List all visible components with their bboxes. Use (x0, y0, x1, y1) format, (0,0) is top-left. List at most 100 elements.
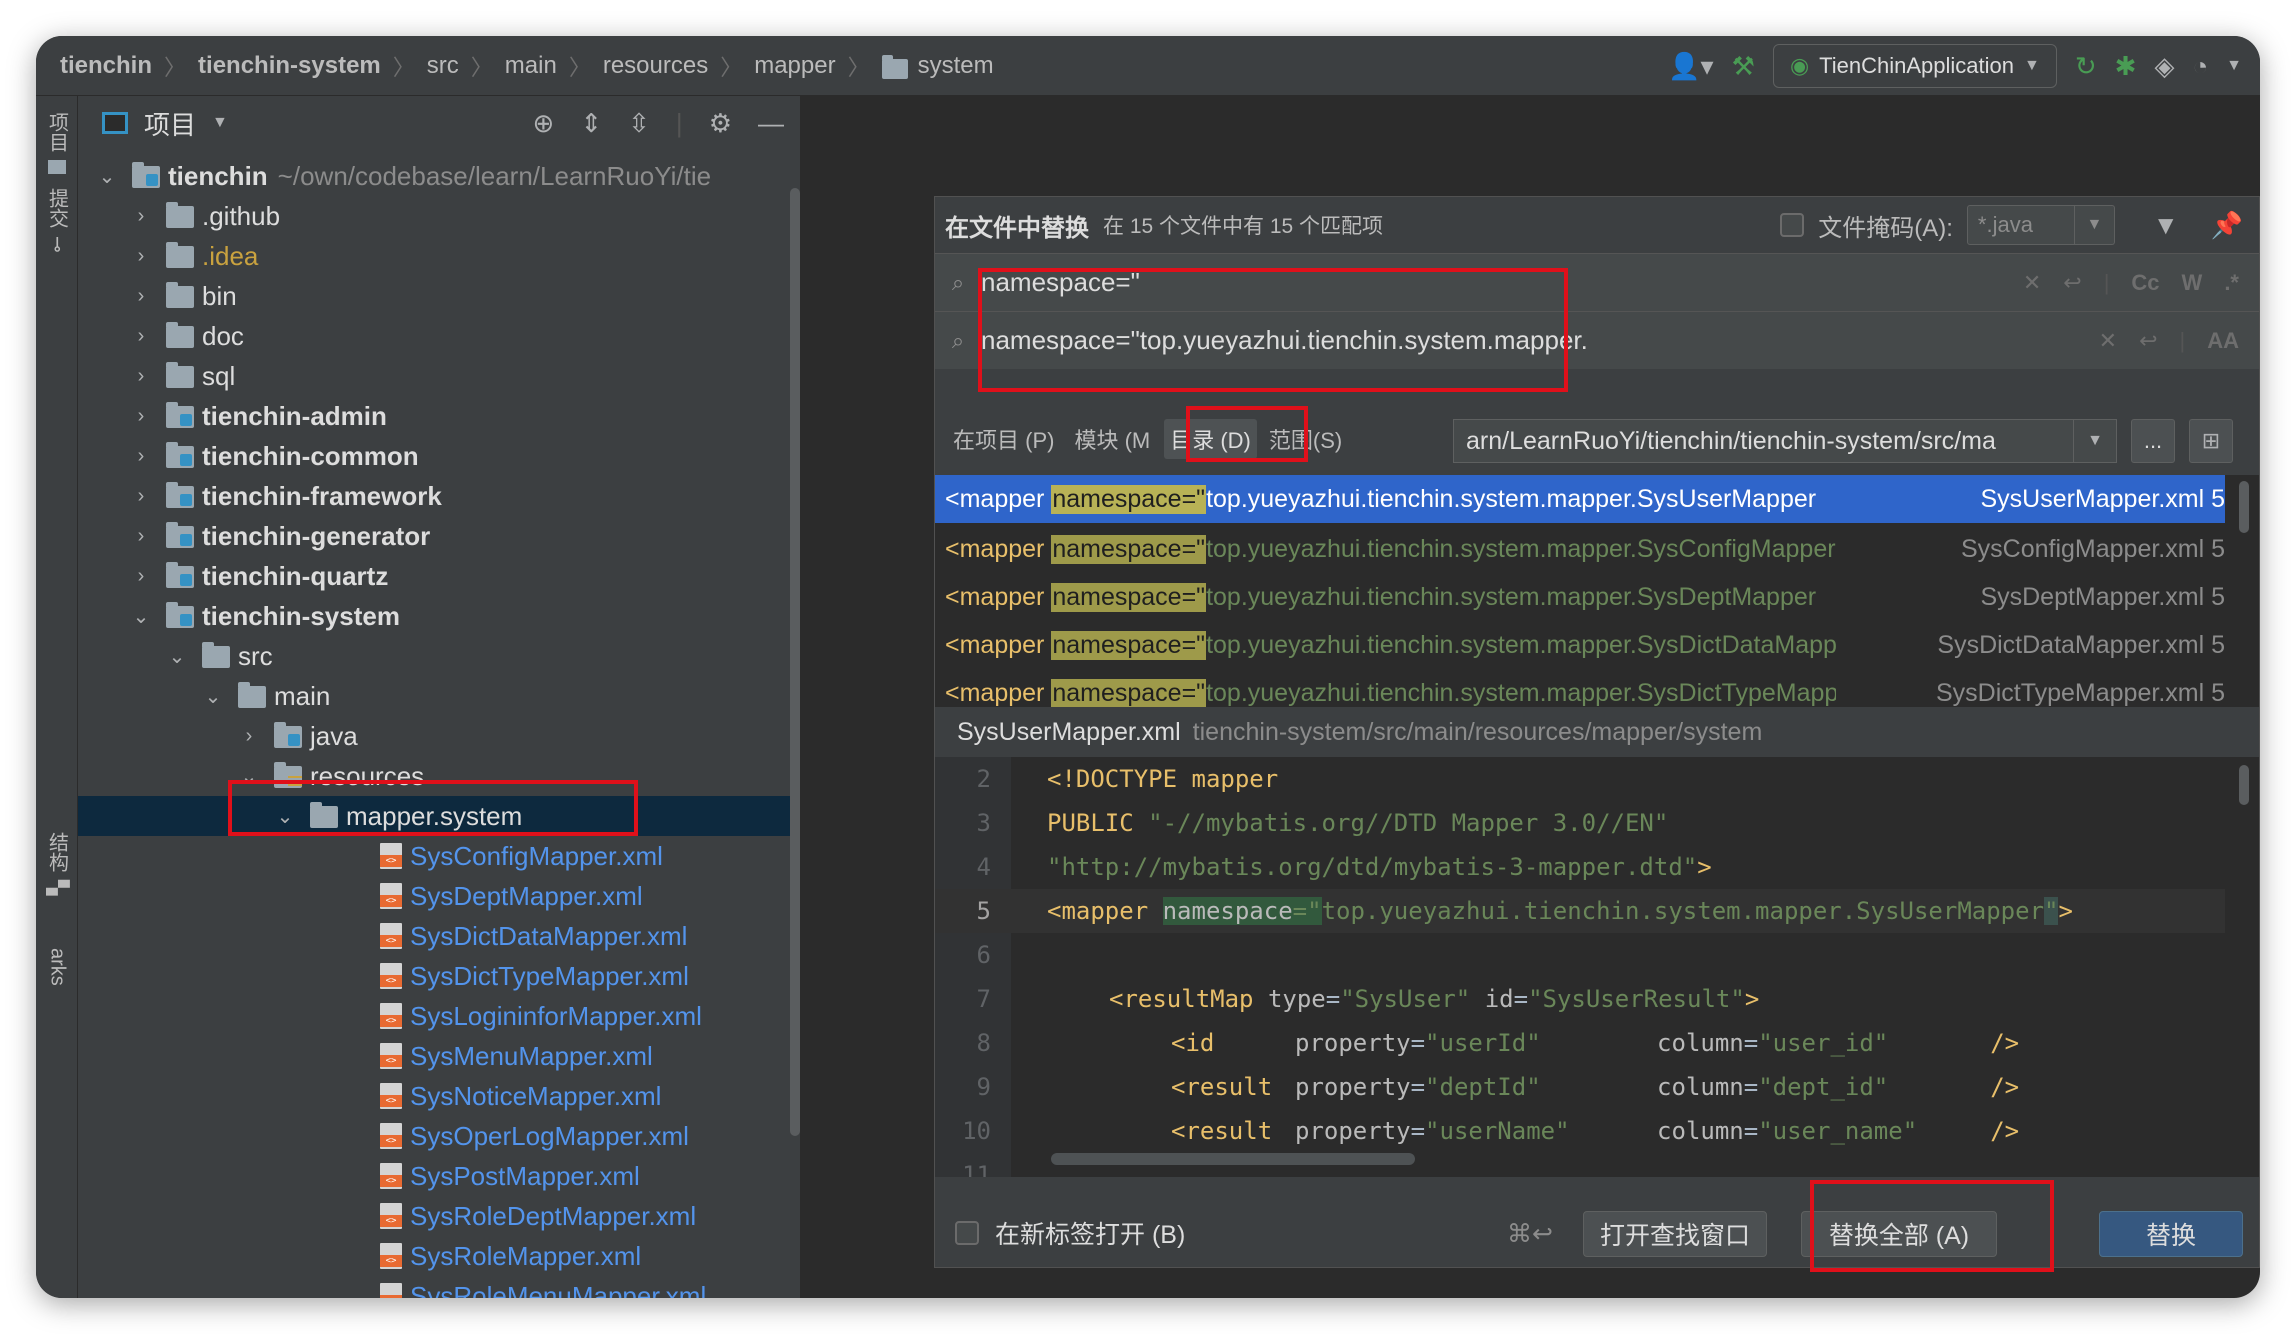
open-in-new-tab-checkbox[interactable] (955, 1221, 979, 1245)
result-row[interactable]: <mapper namespace=" top.yueyazhui.tienchi… (935, 525, 2225, 573)
breadcrumb-item[interactable]: src (427, 52, 459, 80)
search-input[interactable]: namespace=" (981, 267, 1140, 298)
tree-file-item[interactable]: SysConfigMapper.xml (78, 836, 790, 876)
tree-item[interactable]: › tienchin-common (78, 436, 790, 476)
file-mask-input[interactable]: *.java (1966, 205, 2075, 245)
replace-field[interactable]: ⌕ namespace="top.yueyazhui.tienchin.syst… (935, 311, 2259, 369)
debug-bug-icon[interactable]: ✱ (2115, 51, 2137, 82)
file-mask-checkbox[interactable] (1780, 213, 1805, 237)
user-icon[interactable]: 👤▾ (1668, 51, 1713, 82)
tree-file-item[interactable]: SysOperLogMapper.xml (78, 1116, 790, 1156)
tree-file-label: SysDictTypeMapper.xml (410, 960, 689, 991)
tree-item-selected[interactable]: ⌄ mapper.system (78, 796, 790, 836)
rerun-icon[interactable]: ↻ (2075, 51, 2097, 82)
newline-icon[interactable]: ↩ (2063, 270, 2081, 296)
clear-icon[interactable]: ✕ (2023, 270, 2041, 296)
chevron-down-icon[interactable]: ▼ (2073, 419, 2117, 463)
tab-scope-project[interactable]: 在项目 (P) (947, 419, 1060, 459)
tree-item[interactable]: ⌄ src (78, 636, 790, 676)
tree-file-item[interactable]: SysRoleDeptMapper.xml (78, 1196, 790, 1236)
code-token: "user_name" (1758, 1117, 1918, 1145)
tree-item-root[interactable]: ⌄ tienchin ~/own/codebase/learn/LearnRuo… (78, 156, 790, 196)
regex-icon[interactable]: .* (2224, 270, 2239, 296)
breadcrumb-item[interactable]: main (505, 52, 557, 80)
replace-input[interactable]: namespace="top.yueyazhui.tienchin.system… (981, 325, 1588, 356)
gear-icon[interactable]: ⚙ (709, 108, 732, 139)
tree-file-item[interactable]: SysMenuMapper.xml (78, 1036, 790, 1076)
filter-icon[interactable]: ▼ (2153, 210, 2179, 241)
project-tool-button[interactable]: 项目 (40, 112, 74, 174)
expand-all-icon[interactable]: ⇕ (580, 108, 602, 139)
tree-file-item[interactable]: SysDeptMapper.xml (78, 876, 790, 916)
tree-item[interactable]: ⌄ tienchin-system (78, 596, 790, 636)
breadcrumb-item[interactable]: tienchin-system (198, 52, 381, 80)
tree-item-label: src (238, 640, 273, 671)
tab-scope-module[interactable]: 模块 (M (1068, 419, 1156, 459)
tree-item[interactable]: › sql (78, 356, 790, 396)
newline-icon[interactable]: ↩ (2139, 328, 2157, 354)
tree-item[interactable]: › doc (78, 316, 790, 356)
breadcrumb-item[interactable]: tienchin (60, 52, 152, 80)
breadcrumb-item[interactable]: mapper (754, 52, 835, 80)
project-tree-scrollbar[interactable] (790, 188, 800, 1136)
tree-item[interactable]: › tienchin-quartz (78, 556, 790, 596)
tree-item[interactable]: ⌄ resources (78, 756, 790, 796)
bookmarks-tool-button[interactable]: arks (40, 948, 74, 986)
recursive-tree-icon[interactable]: ⊞ (2189, 419, 2233, 463)
minimize-icon[interactable]: — (758, 108, 784, 139)
tree-file-item[interactable]: SysLogininforMapper.xml (78, 996, 790, 1036)
preserve-case-icon[interactable]: AA (2207, 328, 2239, 354)
tree-file-item[interactable]: SysDictDataMapper.xml (78, 916, 790, 956)
build-hammer-icon[interactable]: ⚒ (1732, 51, 1755, 82)
collapse-all-icon[interactable]: ⇳ (628, 108, 650, 139)
tree-item[interactable]: › bin (78, 276, 790, 316)
tree-file-item[interactable]: SysRoleMenuMapper.xml (78, 1276, 790, 1298)
project-panel-title[interactable]: 项目 (144, 105, 196, 142)
profiler-icon[interactable]: ◔ (2192, 51, 2208, 82)
tree-file-item[interactable]: SysPostMapper.xml (78, 1156, 790, 1196)
more-chevron-down-icon[interactable]: ▼ (2226, 57, 2242, 75)
commit-tool-button[interactable]: 提交 ⊸ (40, 188, 74, 253)
breadcrumb-item[interactable]: resources (603, 52, 708, 80)
result-row[interactable]: <mapper namespace=" top.yueyazhui.tienchi… (935, 573, 2225, 621)
chevron-down-icon[interactable]: ▼ (2074, 205, 2115, 245)
result-row-selected[interactable]: <mapper namespace=" top.yueyazhui.tienchi… (935, 475, 2225, 523)
match-case-icon[interactable]: Cc (2131, 270, 2159, 296)
whole-words-icon[interactable]: W (2182, 270, 2203, 296)
tree-item[interactable]: › .idea (78, 236, 790, 276)
results-scrollbar[interactable] (2239, 481, 2249, 533)
tree-file-item[interactable]: SysDictTypeMapper.xml (78, 956, 790, 996)
coverage-shield-icon[interactable]: ◈ (2154, 51, 2174, 82)
tree-item[interactable]: › .github (78, 196, 790, 236)
tab-scope-directory[interactable]: 目录 (D) (1164, 419, 1257, 459)
clear-icon[interactable]: ✕ (2099, 328, 2117, 354)
structure-tool-button[interactable]: 结构 ▚ (40, 832, 74, 895)
replace-button[interactable]: 替换 (2099, 1211, 2243, 1257)
breadcrumb-item[interactable]: system (918, 52, 994, 80)
tree-item[interactable]: › tienchin-framework (78, 476, 790, 516)
code-preview[interactable]: 2 <!DOCTYPE mapper 3 PUBLIC "-//mybatis.… (935, 757, 2259, 1177)
code-vertical-scrollbar[interactable] (2239, 765, 2249, 805)
run-configuration-selector[interactable]: ◉ TienChinApplication ▼ (1772, 44, 2057, 88)
replace-all-button[interactable]: 替换全部 (A) (1801, 1211, 1997, 1257)
tree-item[interactable]: › tienchin-generator (78, 516, 790, 556)
locate-crosshair-icon[interactable]: ⊕ (533, 108, 555, 139)
tree-file-item[interactable]: SysNoticeMapper.xml (78, 1076, 790, 1116)
tab-scope-scope[interactable]: 范围(S) (1263, 419, 1348, 459)
line-number: 10 (962, 1117, 991, 1145)
tree-file-item[interactable]: SysRoleMapper.xml (78, 1236, 790, 1276)
preview-file-name: SysUserMapper.xml (957, 717, 1181, 746)
code-token: /> (1990, 1117, 2020, 1145)
search-field[interactable]: ⌕ namespace=" ✕ ↩ | Cc W .* (935, 253, 2259, 311)
pin-icon[interactable]: 📌 (2211, 210, 2243, 241)
tree-item[interactable]: ⌄ main (78, 676, 790, 716)
tree-item[interactable]: › tienchin-admin (78, 396, 790, 436)
directory-input[interactable]: arn/LearnRuoYi/tienchin/tienchin-system/… (1453, 419, 2089, 463)
browse-button[interactable]: ... (2131, 419, 2175, 463)
tree-item[interactable]: › java (78, 716, 790, 756)
chevron-down-icon[interactable]: ▼ (212, 114, 228, 132)
result-row[interactable]: <mapper namespace=" top.yueyazhui.tienchi… (935, 621, 2225, 669)
result-tag: <mapper (945, 582, 1045, 611)
open-find-window-button[interactable]: 打开查找窗口 (1583, 1211, 1767, 1257)
code-horizontal-scrollbar[interactable] (1051, 1153, 1415, 1165)
